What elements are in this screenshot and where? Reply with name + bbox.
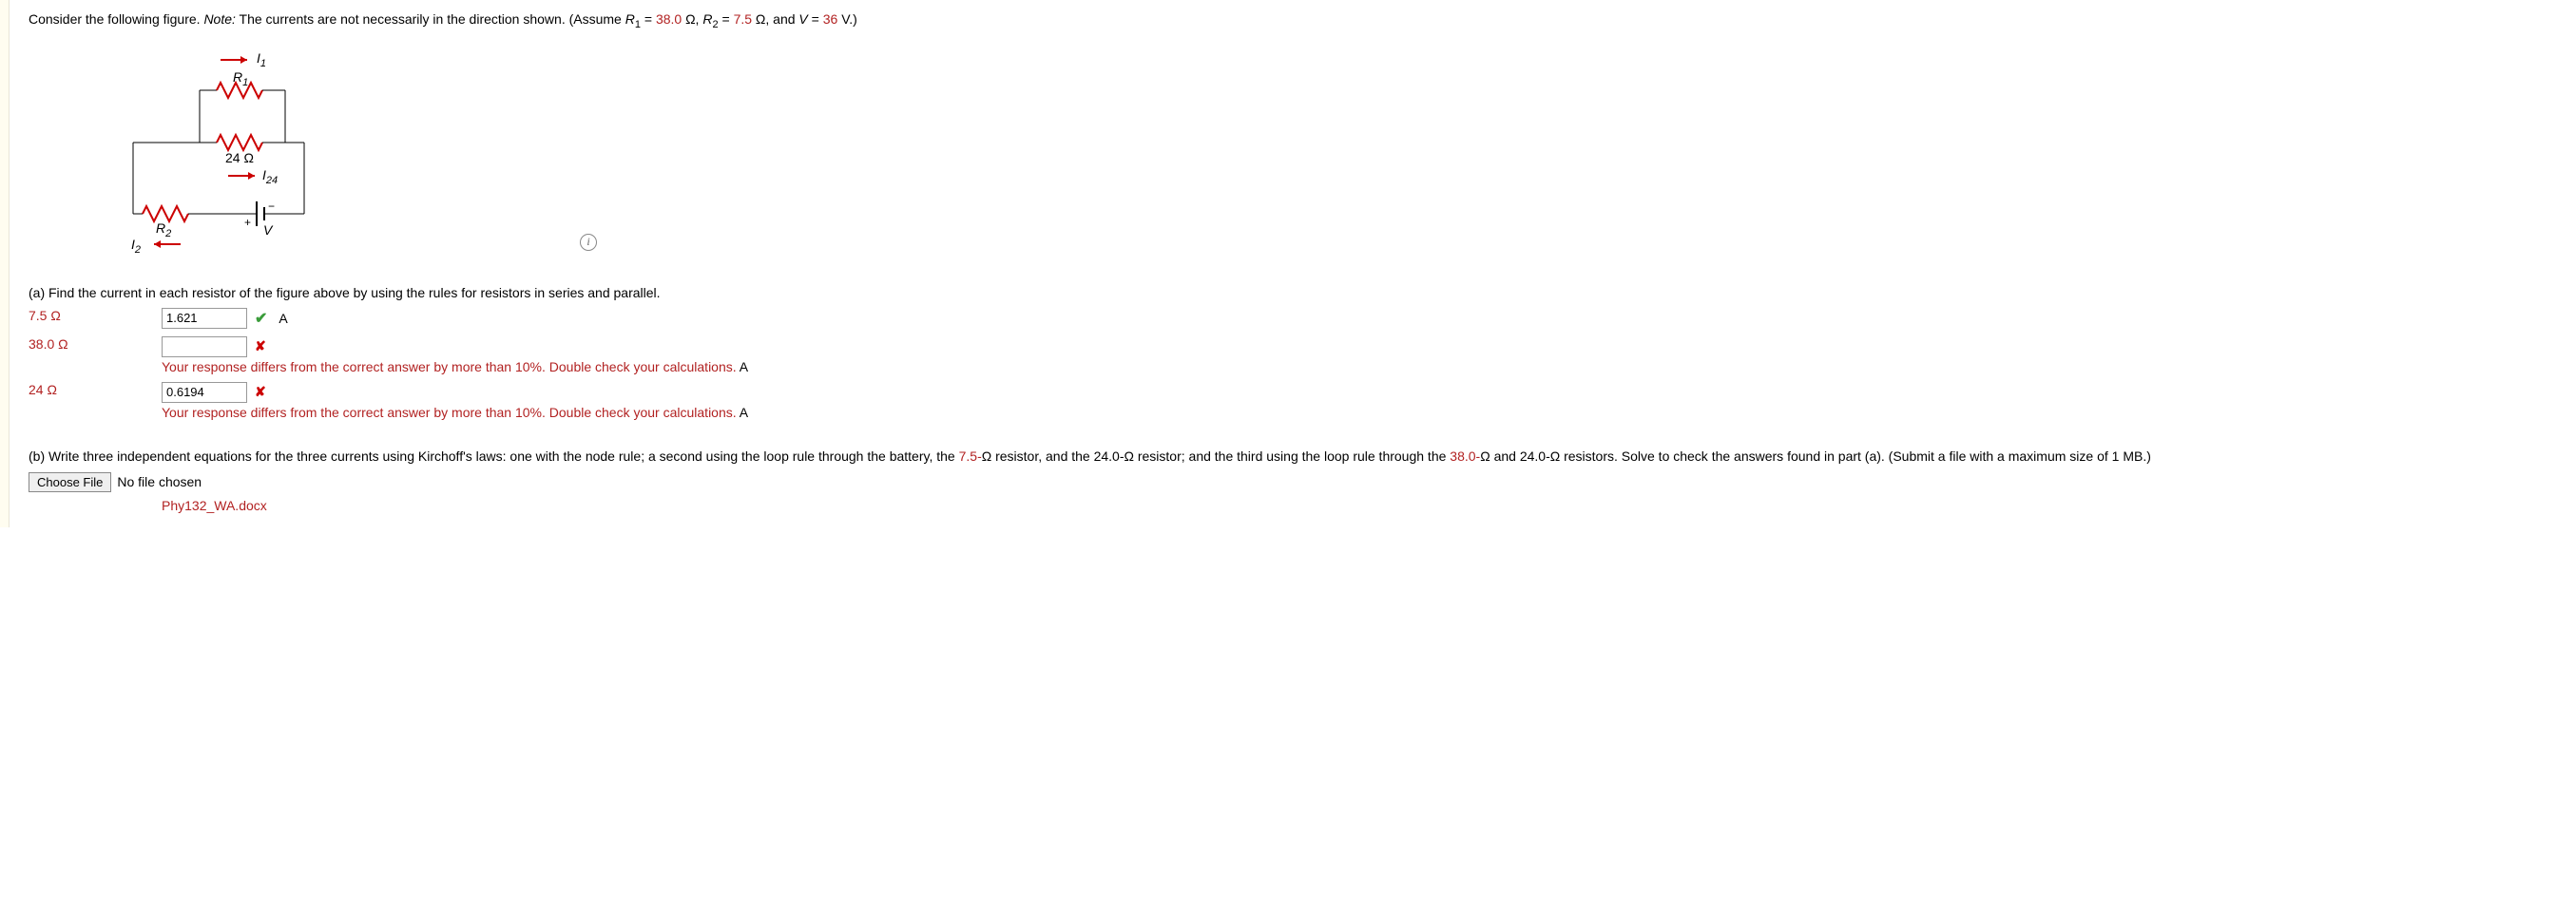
problem-content: Consider the following figure. Note: The… [10, 0, 2576, 527]
ohm1: Ω, [685, 11, 702, 27]
part-b-text: (b) Write three independent equations fo… [29, 447, 2557, 467]
feedback-text: Your response differs from the correct a… [162, 405, 2557, 420]
info-icon[interactable]: i [580, 234, 597, 251]
battery-plus: + [244, 216, 251, 229]
r2-sub: 2 [712, 19, 718, 30]
ohm2: Ω, and [756, 11, 799, 27]
v-unit: V.) [841, 11, 857, 27]
intro-middle: The currents are not necessarily in the … [240, 11, 625, 27]
left-strip [0, 0, 10, 527]
battery-minus: − [268, 200, 275, 213]
answer-row: 38.0 Ω ✘ Your response differs from the … [29, 336, 2557, 374]
row-label-24: 24 Ω [29, 382, 162, 397]
eq1: = [644, 11, 656, 27]
row-label-7-5: 7.5 Ω [29, 308, 162, 323]
r1-symbol: R [625, 11, 635, 27]
r2-value: 7.5 [734, 11, 752, 27]
eq3: = [812, 11, 823, 27]
unit: A [279, 311, 287, 326]
answer-row: 24 Ω ✘ Your response differs from the co… [29, 382, 2557, 420]
choose-file-button[interactable]: Choose File [29, 472, 111, 492]
file-upload-row: Choose File No file chosen [29, 472, 2557, 492]
answer-input-24[interactable] [162, 382, 247, 403]
eq2: = [721, 11, 733, 27]
label-r2: R2 [156, 220, 171, 239]
uploaded-file-name: Phy132_WA.docx [162, 496, 2557, 516]
part-a-label: (a) Find the current in each resistor of… [29, 285, 2557, 300]
label-i1: I1 [257, 50, 266, 69]
circuit-diagram: I1 R1 24 Ω I24 R2 I2 V + − [114, 48, 333, 257]
answer-input-7-5[interactable] [162, 308, 247, 329]
intro-prefix: Consider the following figure. [29, 11, 203, 27]
x-icon: ✘ [255, 338, 266, 354]
x-icon: ✘ [255, 384, 266, 400]
feedback-text: Your response differs from the correct a… [162, 359, 2557, 374]
r1-value: 38.0 [656, 11, 682, 27]
v-value: 36 [823, 11, 838, 27]
answer-input-38[interactable] [162, 336, 247, 357]
part-b: (b) Write three independent equations fo… [29, 447, 2557, 516]
label-24ohm: 24 Ω [225, 150, 254, 165]
v-symbol: V [798, 11, 807, 27]
row-label-38: 38.0 Ω [29, 336, 162, 352]
circuit-area: I1 R1 24 Ω I24 R2 I2 V + − i [114, 48, 2557, 257]
r2-symbol: R [702, 11, 712, 27]
label-r1: R1 [233, 69, 248, 88]
label-v: V [263, 222, 272, 238]
problem-intro: Consider the following figure. Note: The… [29, 11, 2557, 30]
no-file-label: No file chosen [117, 472, 202, 492]
r1-sub: 1 [635, 19, 641, 30]
note-label: Note: [203, 11, 235, 27]
label-i2: I2 [131, 237, 141, 256]
answer-row: 7.5 Ω ✔ A [29, 308, 2557, 329]
label-i24: I24 [262, 167, 278, 186]
check-icon: ✔ [255, 309, 267, 328]
